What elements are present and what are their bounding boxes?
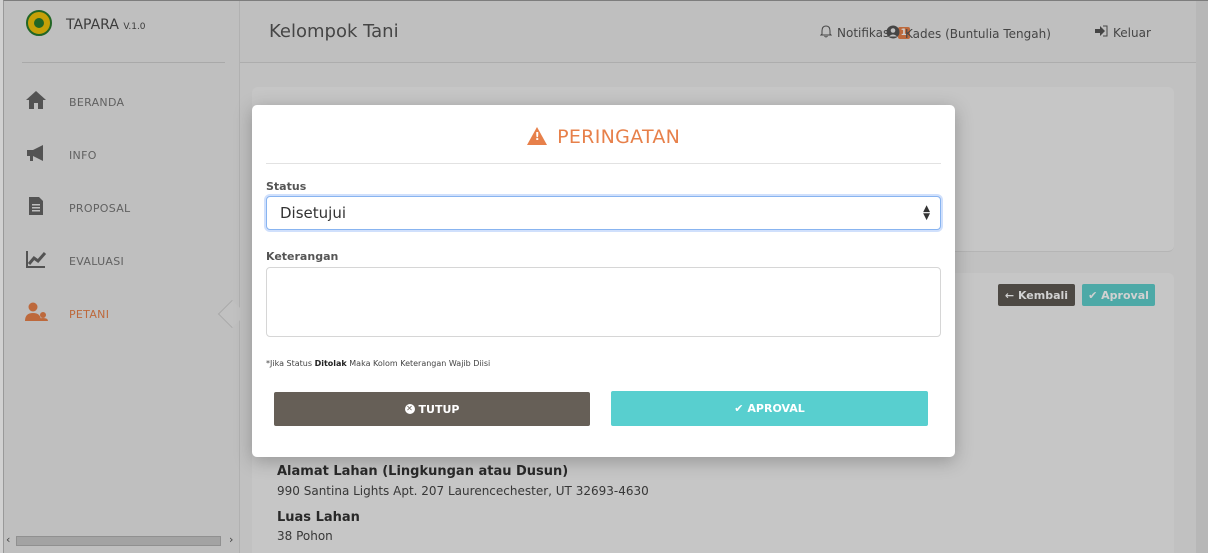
check-icon: ✔ xyxy=(734,402,744,415)
warning-modal: PERINGATAN Status Disetujui ▲▼ Keteranga… xyxy=(252,105,955,457)
keterangan-textarea[interactable] xyxy=(266,267,941,337)
status-select[interactable]: Disetujui ▲ ▼ xyxy=(266,196,941,230)
approve-button[interactable]: ✔ APROVAL xyxy=(611,391,928,426)
warning-icon xyxy=(526,127,547,145)
keterangan-label: Keterangan xyxy=(266,250,339,263)
close-circle-icon: ✕ xyxy=(404,404,415,414)
modal-title: PERINGATAN xyxy=(252,125,955,148)
status-label: Status xyxy=(266,180,307,193)
select-arrows-icon: ▲ ▼ xyxy=(923,204,930,222)
status-value: Disetujui xyxy=(280,204,346,222)
modal-divider xyxy=(266,163,941,164)
note-text: *Jika Status Ditolak Maka Kolom Keterang… xyxy=(266,359,491,368)
close-button[interactable]: ✕ TUTUP xyxy=(274,392,590,426)
